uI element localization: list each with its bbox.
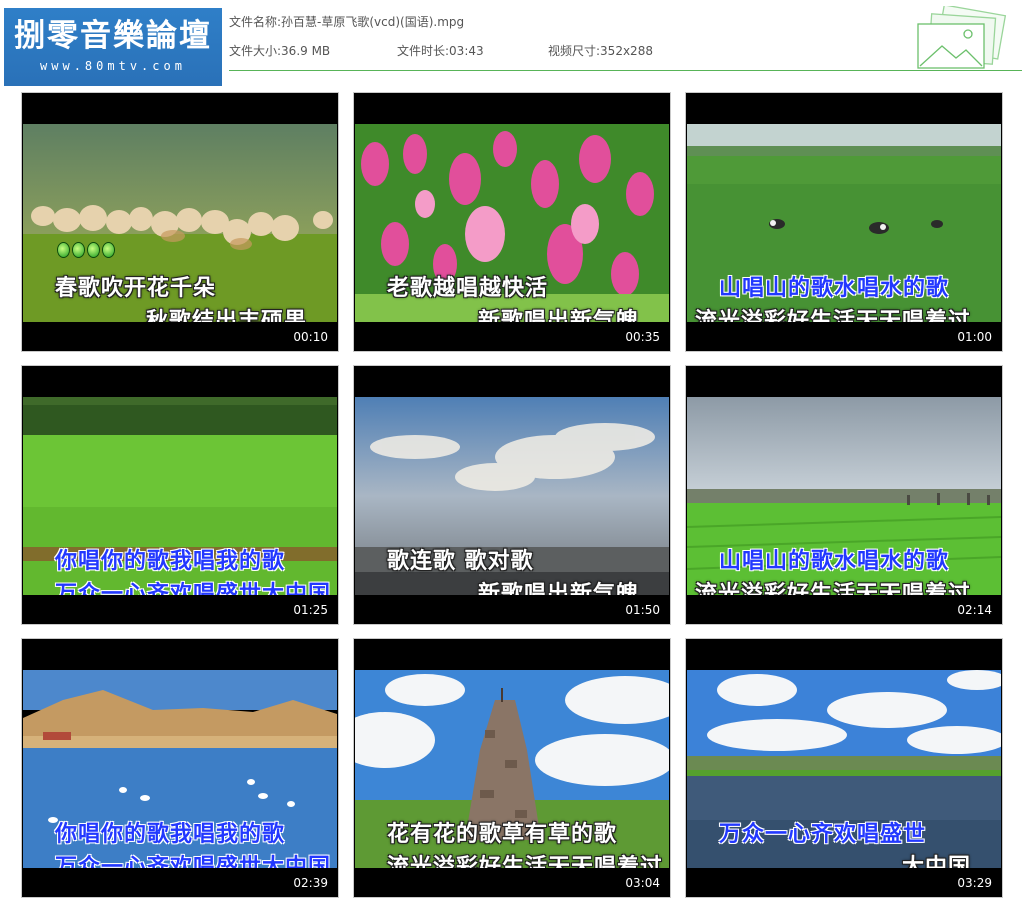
timestamp: 03:04 xyxy=(625,876,660,890)
lyric-line-2: 流光溢彩好生活天天唱着过 xyxy=(694,309,971,322)
file-duration-label: 文件时长: xyxy=(397,44,450,58)
timestamp: 01:50 xyxy=(625,603,660,617)
thumbnail-2[interactable]: 老歌越唱越快活 新歌唱出新气魄 00:35 xyxy=(353,92,671,352)
thumbnail-9[interactable]: 万众一心齐欢唱盛世 大中国 03:29 xyxy=(685,638,1003,898)
logo-url: www.80mtv.com xyxy=(40,59,186,73)
lyric-line-1: 你唱你的歌我唱我的歌 xyxy=(55,549,286,574)
file-duration-row: 文件时长:03:43 xyxy=(397,42,484,59)
timestamp: 02:39 xyxy=(293,876,328,890)
karaoke-countdown xyxy=(57,242,117,262)
file-duration-value: 03:43 xyxy=(449,44,484,58)
lyric-line-2: 流光溢彩好生活天天唱着过 xyxy=(694,582,971,595)
video-frame: 春歌吹开花千朵 秋歌结出丰硕果 xyxy=(23,124,337,322)
timestamp: 02:14 xyxy=(957,603,992,617)
timestamp: 01:00 xyxy=(957,330,992,344)
file-name-label: 文件名称: xyxy=(229,15,282,29)
thumbnail-5[interactable]: 歌连歌 歌对歌 新歌唱出新气魄 01:50 xyxy=(353,365,671,625)
video-dimensions-value: 352x288 xyxy=(600,44,653,58)
video-frame: 你唱你的歌我唱我的歌 万众一心齐欢唱盛世大中国 xyxy=(23,397,337,595)
thumbnail-8[interactable]: 花有花的歌草有草的歌 流光溢彩好生活天天唱着过 03:04 xyxy=(353,638,671,898)
video-frame: 你唱你的歌我唱我的歌 万众一心齐欢唱盛世大中国 xyxy=(23,670,337,868)
thumbnail-1[interactable]: 春歌吹开花千朵 秋歌结出丰硕果 00:10 xyxy=(21,92,339,352)
file-name-value: 孙百慧-草原飞歌(vcd)(国语).mpg xyxy=(281,15,465,29)
logo-title: 捌零音樂論壇 xyxy=(14,18,212,54)
header-divider xyxy=(229,70,1022,71)
lyric-line-2: 新歌唱出新气魄 xyxy=(477,582,639,595)
lyric-line-2: 万众一心齐欢唱盛世大中国 xyxy=(55,582,332,595)
video-frame: 山唱山的歌水唱水的歌 流光溢彩好生活天天唱着过 xyxy=(687,397,1001,595)
lyric-line-1: 春歌吹开花千朵 xyxy=(55,276,217,301)
timestamp: 00:35 xyxy=(625,330,660,344)
lyric-line-1: 歌连歌 歌对歌 xyxy=(387,549,534,574)
video-frame: 万众一心齐欢唱盛世 大中国 xyxy=(687,670,1001,868)
timestamp: 01:25 xyxy=(293,603,328,617)
lyric-line-1: 山唱山的歌水唱水的歌 xyxy=(719,276,950,301)
file-name-row: 文件名称:孙百慧-草原飞歌(vcd)(国语).mpg xyxy=(229,13,464,30)
video-dimensions-row: 视频尺寸:352x288 xyxy=(548,42,653,59)
lyric-line-1: 老歌越唱越快活 xyxy=(387,276,549,301)
lyric-line-2: 万众一心齐欢唱盛世大中国 xyxy=(55,855,332,868)
lyric-line-2: 秋歌结出丰硕果 xyxy=(145,309,307,322)
lyric-line-1: 万众一心齐欢唱盛世 xyxy=(719,822,927,847)
video-frame: 花有花的歌草有草的歌 流光溢彩好生活天天唱着过 xyxy=(355,670,669,868)
lyric-line-1: 你唱你的歌我唱我的歌 xyxy=(55,822,286,847)
thumbnail-4[interactable]: 你唱你的歌我唱我的歌 万众一心齐欢唱盛世大中国 01:25 xyxy=(21,365,339,625)
lyric-line-1: 山唱山的歌水唱水的歌 xyxy=(719,549,950,574)
thumbnail-3[interactable]: 山唱山的歌水唱水的歌 流光溢彩好生活天天唱着过 01:00 xyxy=(685,92,1003,352)
file-size-row: 文件大小:36.9 MB xyxy=(229,42,330,59)
file-size-label: 文件大小: xyxy=(229,44,282,58)
site-logo: 捌零音樂論壇 www.80mtv.com xyxy=(4,8,222,86)
thumbnail-6[interactable]: 山唱山的歌水唱水的歌 流光溢彩好生活天天唱着过 02:14 xyxy=(685,365,1003,625)
lyric-line-2: 新歌唱出新气魄 xyxy=(477,309,639,322)
video-frame: 老歌越唱越快活 新歌唱出新气魄 xyxy=(355,124,669,322)
video-frame: 歌连歌 歌对歌 新歌唱出新气魄 xyxy=(355,397,669,595)
video-dimensions-label: 视频尺寸: xyxy=(548,44,601,58)
thumbnail-7[interactable]: 你唱你的歌我唱我的歌 万众一心齐欢唱盛世大中国 02:39 xyxy=(21,638,339,898)
lyric-line-1: 花有花的歌草有草的歌 xyxy=(387,822,618,847)
video-frame: 山唱山的歌水唱水的歌 流光溢彩好生活天天唱着过 xyxy=(687,124,1001,322)
photo-stack-icon xyxy=(917,6,1007,69)
lyric-line-2: 流光溢彩好生活天天唱着过 xyxy=(387,855,664,868)
timestamp: 00:10 xyxy=(293,330,328,344)
lyric-line-2: 大中国 xyxy=(901,855,971,868)
timestamp: 03:29 xyxy=(957,876,992,890)
file-size-value: 36.9 MB xyxy=(281,44,331,58)
